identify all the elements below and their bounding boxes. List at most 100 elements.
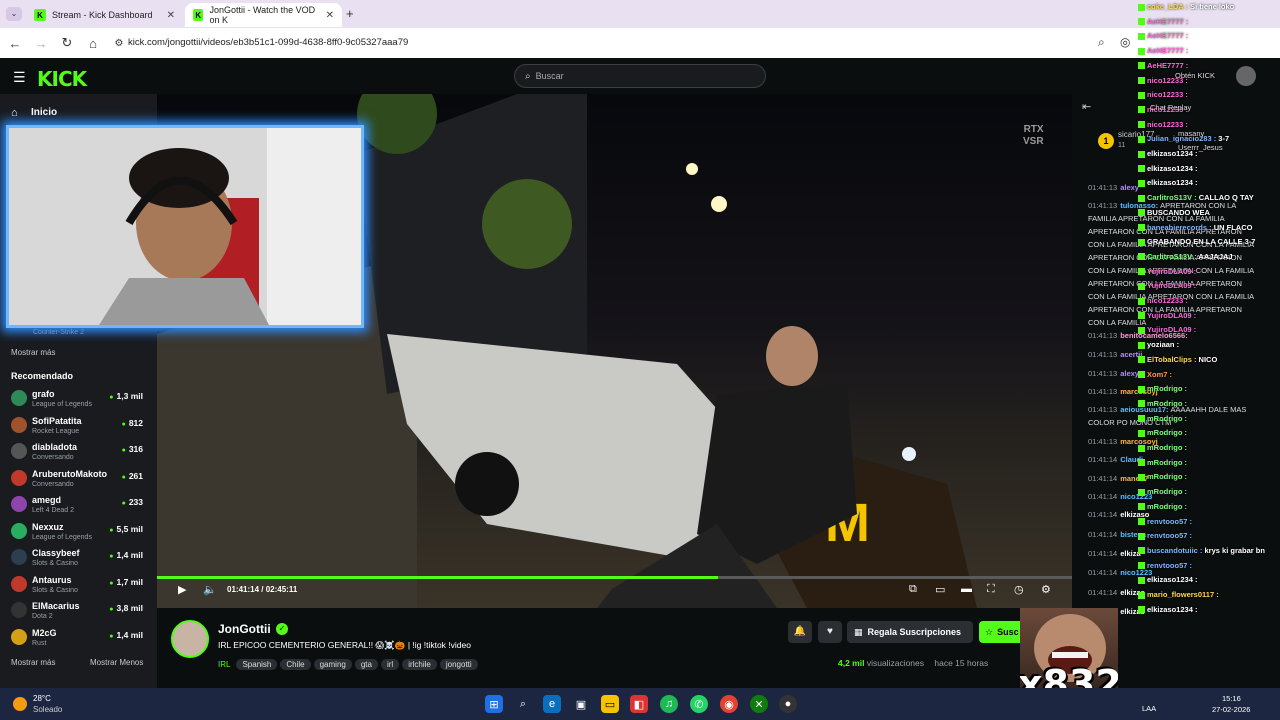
stream-tag[interactable]: gta — [354, 659, 378, 670]
tab-kick-dashboard[interactable]: K Stream - Kick Dashboard ✕ — [26, 3, 183, 27]
overlay-chat-username: YujiroDLA09 : — [1147, 281, 1197, 291]
overlay-chat-text: AAJAJAJ — [1198, 251, 1233, 261]
show-more-recommended[interactable]: Mostrar más — [11, 658, 55, 667]
channel-viewers: 316 — [122, 444, 143, 454]
tab-jongottii-vod[interactable]: K JonGottii - Watch the VOD on K ✕ — [185, 3, 342, 27]
whatsapp-icon[interactable]: ✆ — [690, 695, 708, 713]
theater-icon[interactable]: ▬ — [961, 583, 972, 595]
chat-timestamp: 01:41:13 — [1088, 387, 1118, 396]
kick-logo[interactable]: KICK — [37, 67, 87, 91]
stream-tag[interactable]: jongotti — [439, 659, 478, 670]
streamer-avatar[interactable] — [171, 620, 209, 658]
home-icon: ⌂ — [11, 107, 18, 119]
xbox-icon[interactable]: ✕ — [750, 695, 768, 713]
stream-tag[interactable]: irl — [380, 659, 400, 670]
overlay-chat-message: elkizaso1234 : — [1138, 178, 1197, 187]
close-tab-icon[interactable]: ✕ — [167, 10, 175, 21]
weather-temperature[interactable]: 28°C — [33, 694, 51, 703]
miniplayer-icon[interactable]: ▭ — [935, 583, 945, 596]
language-indicator[interactable]: LAA — [1142, 704, 1156, 713]
eye-off-icon[interactable]: ◎ — [1120, 35, 1130, 49]
sidebar-channel[interactable]: M2cGRust 1,4 mil — [11, 628, 151, 654]
home-icon[interactable]: ⌂ — [80, 36, 106, 51]
edge-icon[interactable]: e — [543, 695, 561, 713]
follow-heart-button[interactable]: ♥ — [818, 621, 842, 643]
chat-username[interactable]: alexy — [1120, 369, 1139, 378]
pip-icon[interactable]: ⧉ — [909, 583, 917, 596]
overlay-chat-username: mRodrigo : — [1147, 501, 1187, 511]
stream-tag[interactable]: Chile — [280, 659, 311, 670]
address-bar: ← → ↻ ⌂ ⚙ kick.com/jongottii/videos/eb3b… — [0, 28, 1280, 58]
file-explorer-icon[interactable]: ▭ — [601, 695, 619, 713]
stream-tag[interactable]: Spanish — [236, 659, 278, 670]
clock-time[interactable]: 15:16 — [1222, 694, 1241, 703]
menu-icon[interactable]: ☰ — [13, 69, 26, 86]
forward-icon[interactable]: → — [28, 36, 54, 51]
store-icon[interactable]: ▣ — [572, 695, 590, 713]
overlay-chat-message: coke_LDA : Si tiene loko — [1138, 2, 1234, 11]
overlay-chat-message: yoziaan : — [1138, 340, 1179, 349]
chat-timestamp: 01:41:13 — [1088, 369, 1118, 378]
channel-name: Antaurus — [32, 574, 72, 585]
sidebar-channel[interactable]: SofiPatatitaRocket League 812 — [11, 416, 151, 442]
overlay-chat-message: mRodrigo : — [1138, 458, 1187, 467]
overlay-chat-username: mRodrigo : — [1147, 384, 1187, 394]
streamer-name[interactable]: JonGottii — [218, 622, 271, 636]
volume-icon[interactable]: 🔈 — [203, 583, 217, 596]
search-input[interactable]: ⌕ Buscar — [514, 64, 766, 88]
play-icon[interactable]: ▶ — [178, 583, 186, 596]
overlay-chat-text: Si tiene loko — [1190, 2, 1235, 11]
sidebar-channel[interactable]: ElMacarius Dota 2 3,8 mil — [11, 601, 151, 627]
sidebar-item-home[interactable]: Inicio — [31, 107, 57, 118]
spotify-icon[interactable]: ♫ — [660, 695, 678, 713]
channel-avatar — [11, 390, 27, 406]
chat-timestamp: 01:41:14 — [1088, 474, 1118, 483]
search-icon[interactable]: ⌕ — [514, 695, 532, 713]
overlay-chat-username: YujiroDLA09 : — [1147, 266, 1197, 276]
chrome-icon[interactable]: ◉ — [720, 695, 738, 713]
search-icon: ⌕ — [525, 70, 531, 82]
sidebar-channel[interactable]: grafo League of Legends 1,3 mil — [11, 389, 151, 415]
back-icon[interactable]: ← — [2, 36, 28, 51]
tab-search-button[interactable]: ⌄ — [6, 7, 22, 21]
gift-subs-button[interactable]: ▦ Regala Suscripciones — [847, 621, 973, 643]
channel-name: grafo — [32, 389, 55, 399]
close-tab-icon[interactable]: ✕ — [326, 10, 334, 21]
sidebar-channel[interactable]: Classybeef Slots & Casino 1,4 mil — [11, 548, 151, 574]
overlay-chat-message: mRodrigo : — [1138, 399, 1187, 408]
overlay-chat-username: mRodrigo : — [1147, 472, 1187, 482]
sidebar-channel[interactable]: AntaurusSlots & Casino 1,7 mil — [11, 575, 151, 601]
sidebar-channel[interactable]: NexxuzLeague of Legends 5,5 mil — [11, 522, 151, 548]
star-icon: ☆ — [985, 626, 994, 637]
badge-icon — [1138, 297, 1145, 305]
overlay-chat-username: mRodrigo : — [1147, 428, 1187, 438]
clip-icon[interactable]: ◷ — [1014, 583, 1024, 596]
overlay-chat-username: elkizaso1234 : — [1147, 575, 1198, 585]
chat-username[interactable]: alexy — [1120, 183, 1139, 192]
stream-tag[interactable]: gaming — [313, 659, 352, 670]
reload-icon[interactable]: ↻ — [54, 35, 80, 51]
sidebar-cut-category: Counter-Strike 2 — [33, 329, 84, 336]
show-less-recommended[interactable]: Mostrar Menos — [90, 658, 143, 667]
sidebar-channel[interactable]: diabladota Conversando 316 — [11, 442, 151, 468]
app-icon[interactable]: ◧ — [630, 695, 648, 713]
fullscreen-icon[interactable]: ⛶ — [987, 583, 995, 596]
show-more-followed[interactable]: Mostrar más — [11, 348, 55, 357]
settings-icon[interactable]: ⚙ — [1041, 583, 1051, 596]
overlay-chat-message: YujiroDLA09 : — [1138, 267, 1196, 276]
windows-start-icon[interactable]: ⊞ — [485, 695, 503, 713]
new-tab-button[interactable]: + — [346, 6, 354, 21]
collapse-chat-icon[interactable]: ⇤ — [1082, 100, 1091, 113]
channel-avatar — [11, 575, 27, 592]
stream-tag[interactable]: IRL — [218, 659, 233, 670]
url-text[interactable]: kick.com/jongottii/videos/eb3b51c1-099d-… — [128, 37, 408, 48]
overlay-chat-username: elkizaso1234 : — [1147, 604, 1198, 614]
notification-bell-button[interactable]: 🔔 — [788, 621, 812, 643]
sidebar-channel[interactable]: amegd Left 4 Dead 2 233 — [11, 495, 151, 521]
zoom-icon[interactable]: ⌕ — [1098, 35, 1105, 50]
stream-tag[interactable]: irlchile — [402, 659, 437, 670]
app-red-dot-icon[interactable]: ● — [779, 695, 797, 713]
video-controls: ▶ 🔈 01:41:14 / 02:45:11 ⧉ ▭ ▬ ⛶ ◷ ⚙ — [157, 583, 1072, 608]
sidebar-channel[interactable]: AruberutoMakotoConversando 261 — [11, 469, 151, 495]
clock-date[interactable]: 27-02-2026 — [1212, 705, 1250, 714]
